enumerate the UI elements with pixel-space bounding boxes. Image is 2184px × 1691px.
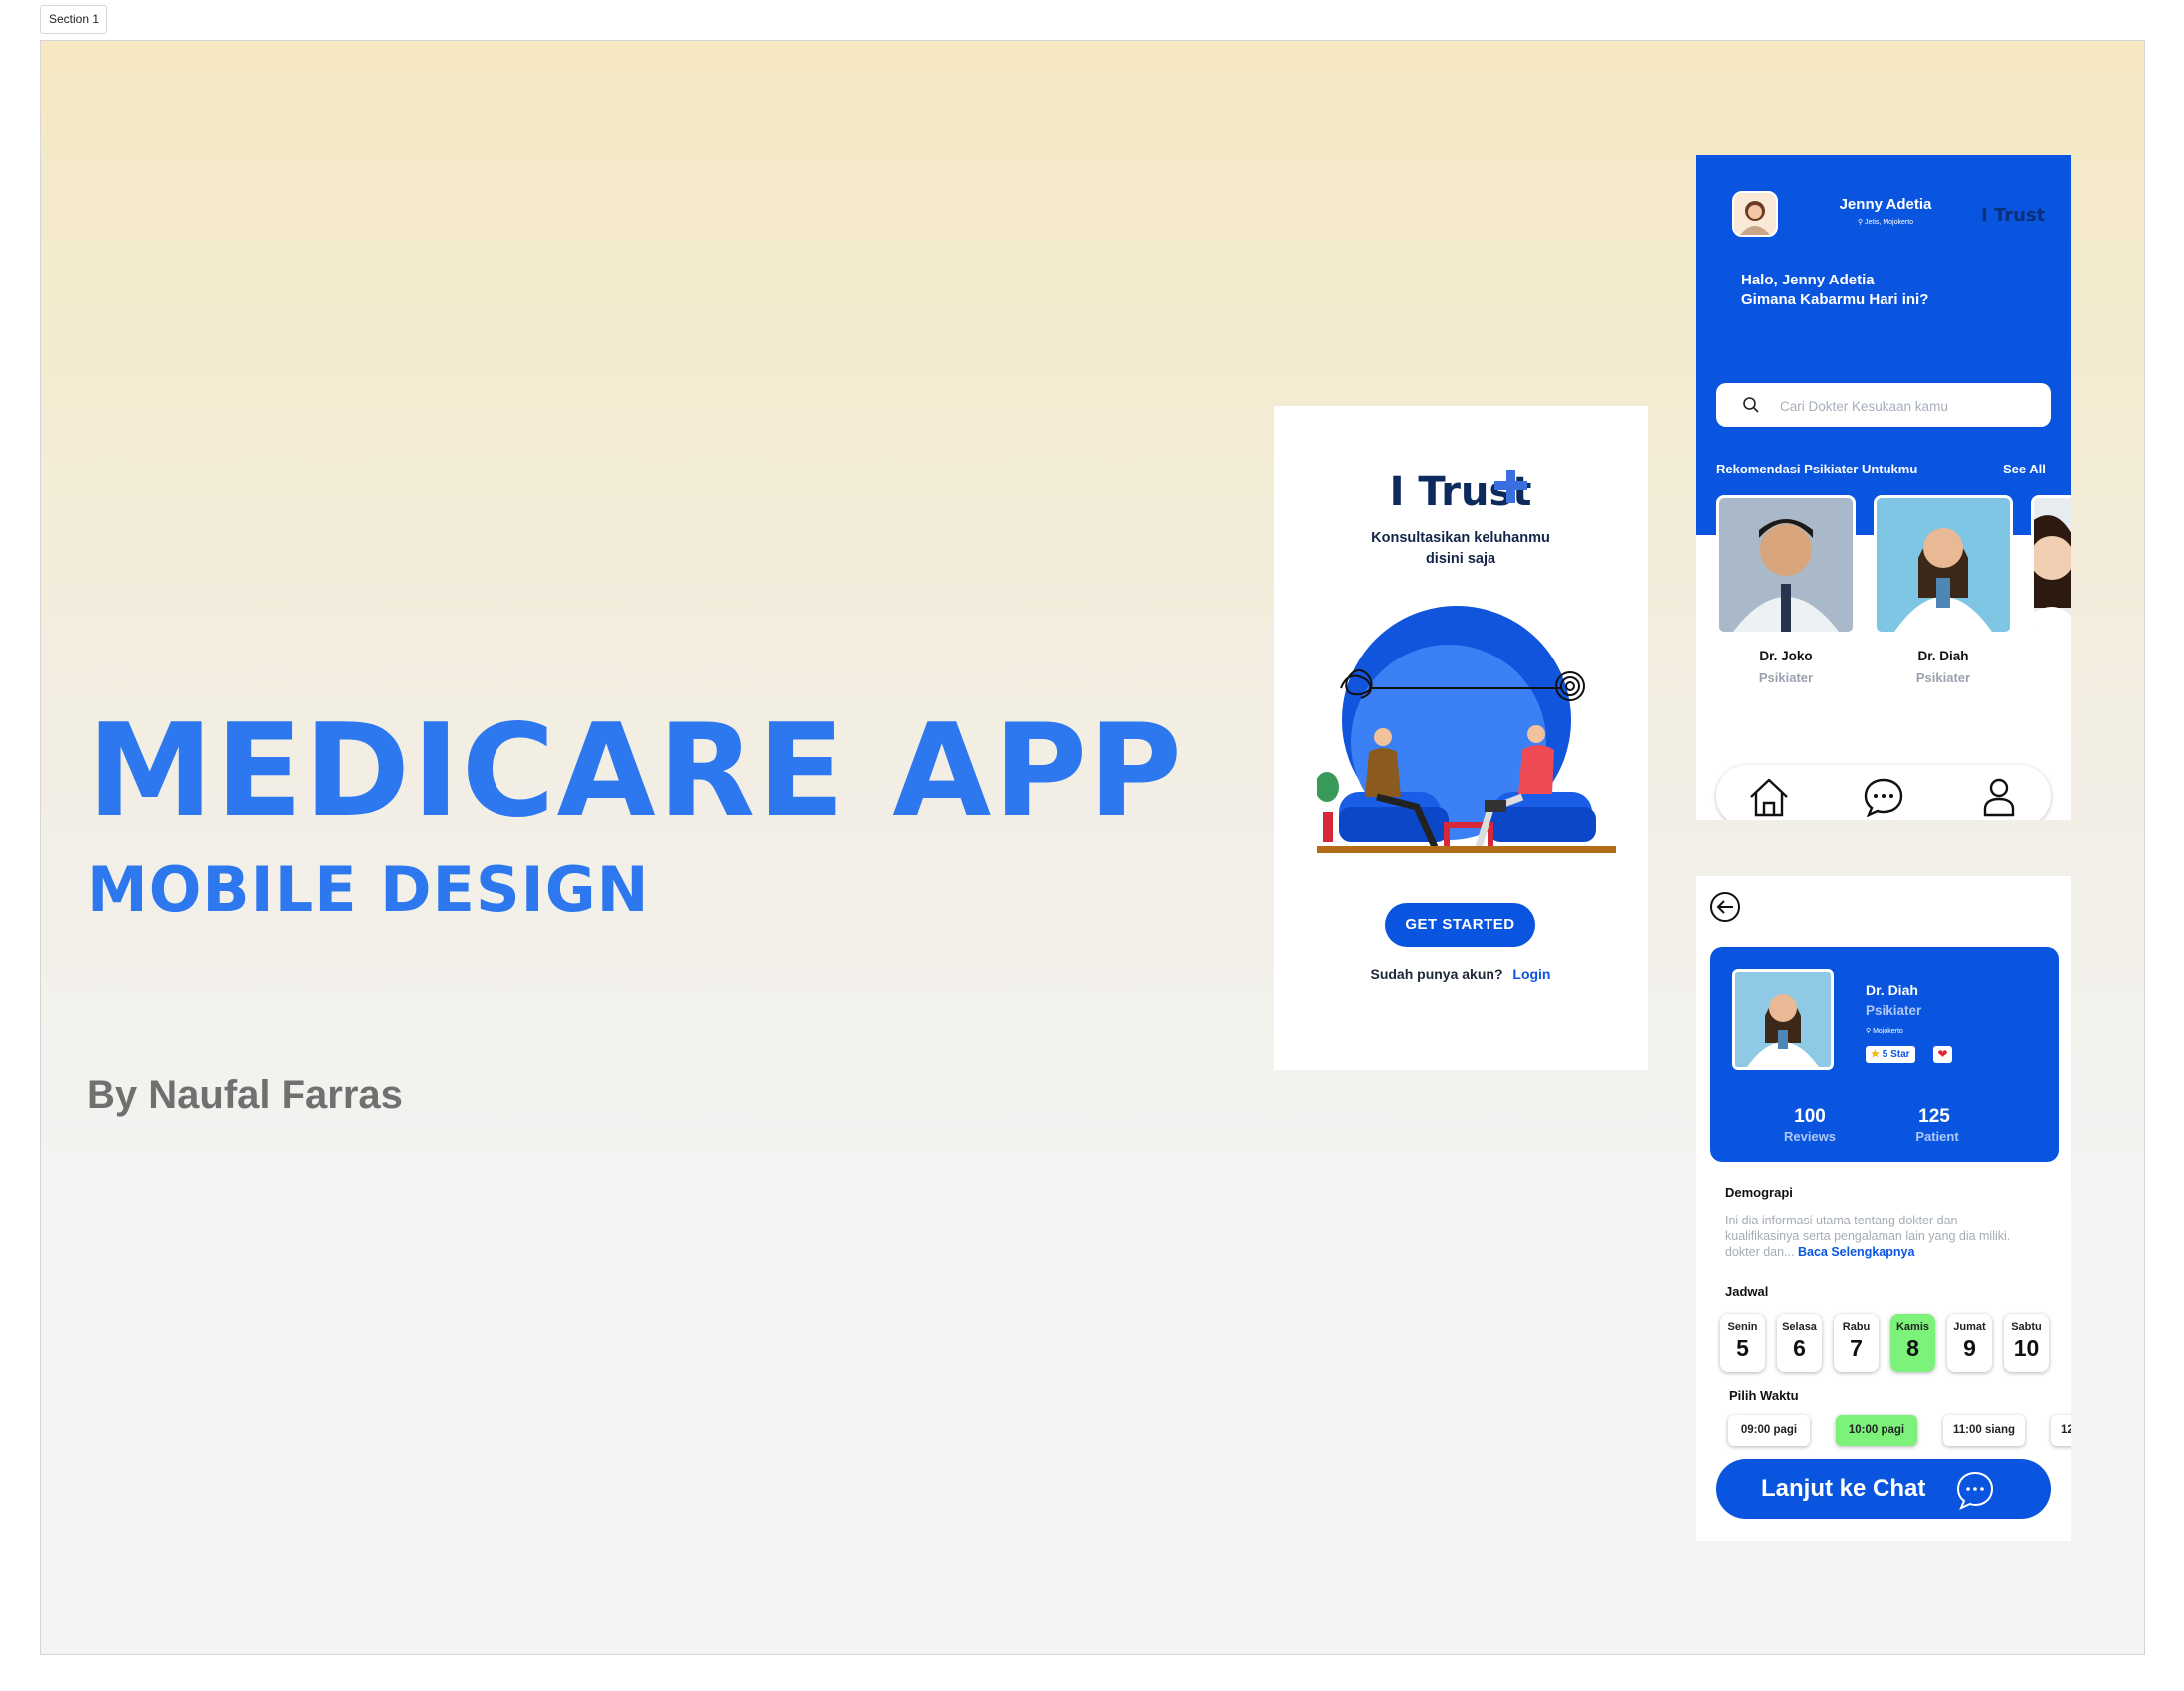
day-number: 8	[1906, 1335, 1919, 1361]
splash-tagline: Konsultasikan keluhanmu disini saja	[1274, 528, 1648, 570]
doctor-photo-partial	[2034, 498, 2071, 632]
chat-bubble-icon	[1956, 1471, 1994, 1510]
user-avatar-icon	[1740, 201, 1770, 235]
greeting-line-1: Halo, Jenny Adetia	[1741, 272, 1875, 288]
author-credit: By Naufal Farras	[87, 1073, 403, 1117]
day-name: Selasa	[1782, 1321, 1817, 1333]
time-slot[interactable]: 09:00 pagi	[1728, 1415, 1810, 1446]
recommendation-title: Rekomendasi Psikiater Untukmu	[1716, 462, 1918, 476]
stat-patient-value: 125	[1918, 1106, 1950, 1127]
day-number: 6	[1793, 1335, 1806, 1361]
bottom-navbar	[1716, 765, 2051, 820]
profile-icon[interactable]	[1978, 777, 2020, 817]
day-kamis[interactable]: Kamis 8	[1890, 1314, 1935, 1372]
location-pin-icon: ⚲	[1866, 1028, 1872, 1034]
login-link[interactable]: Login	[1512, 966, 1550, 982]
day-name: Senin	[1727, 1321, 1758, 1333]
demographic-heading: Demograpi	[1725, 1185, 1793, 1200]
day-selasa[interactable]: Selasa 6	[1777, 1314, 1822, 1372]
doctor-detail-screen: Dr. Diah Psikiater ⚲ Mojokerto ★ 5 Star …	[1696, 876, 2071, 1541]
doctor-photo-diah	[1877, 498, 2010, 632]
doctor-location-label: Mojokerto	[1873, 1028, 1903, 1034]
brand-logo: I Trust	[1981, 205, 2046, 226]
day-jumat[interactable]: Jumat 9	[1947, 1314, 1992, 1372]
doctor-role: Psikiater	[1866, 1003, 1922, 1018]
doctor-card-diah[interactable]	[1874, 495, 2013, 635]
schedule-heading: Jadwal	[1725, 1284, 1769, 1299]
artboard-frame: MEDICARE APP MOBILE DESIGN By Naufal Far…	[40, 40, 2145, 1655]
doctor-card-partial[interactable]	[2031, 495, 2071, 635]
section-label[interactable]: Section 1	[40, 5, 108, 34]
splash-logo: I Trust	[1389, 470, 1532, 515]
tagline-line-1: Konsultasikan keluhanmu	[1371, 530, 1550, 546]
day-rabu[interactable]: Rabu 7	[1834, 1314, 1879, 1372]
home-screen: Jenny Adetia ⚲ Jetis, Mojokerto I Trust …	[1696, 155, 2071, 820]
demographic-text: Ini dia informasi utama tentang dokter d…	[1725, 1213, 2034, 1260]
user-location: ⚲ Jetis, Mojokerto	[1806, 218, 1965, 226]
doctor-portrait-icon	[1735, 972, 1831, 1067]
time-slot-partial[interactable]: 12	[2051, 1415, 2071, 1446]
greeting-line-2: Gimana Kabarmu Hari ini?	[1741, 291, 1929, 308]
user-location-label: Jetis, Mojokerto	[1865, 219, 1914, 226]
stat-patient-label: Patient	[1915, 1129, 1959, 1144]
avatar[interactable]	[1732, 191, 1778, 237]
back-arrow-icon[interactable]	[1709, 891, 1741, 923]
day-name: Sabtu	[2011, 1321, 2042, 1333]
star-icon: ★	[1871, 1049, 1880, 1060]
get-started-button[interactable]: GET STARTED	[1385, 903, 1535, 947]
day-number: 9	[1963, 1335, 1976, 1361]
doctor-name-joko: Dr. Joko	[1759, 649, 1813, 663]
time-slot-selected[interactable]: 10:00 pagi	[1836, 1415, 1917, 1446]
counseling-illustration	[1317, 606, 1616, 853]
doctor-profile-card: Dr. Diah Psikiater ⚲ Mojokerto ★ 5 Star …	[1710, 947, 2059, 1162]
day-number: 5	[1736, 1335, 1749, 1361]
continue-chat-button[interactable]: Lanjut ke Chat	[1716, 1459, 2051, 1519]
time-slot[interactable]: 11:00 siang	[1943, 1415, 2025, 1446]
doctor-photo-joko	[1719, 498, 1853, 632]
search-input[interactable]	[1778, 383, 2041, 429]
day-name: Jumat	[1953, 1321, 1986, 1333]
plus-icon	[1494, 470, 1527, 503]
continue-chat-label: Lanjut ke Chat	[1761, 1475, 1926, 1502]
stat-reviews-value: 100	[1794, 1106, 1826, 1127]
chat-icon[interactable]	[1863, 777, 1904, 817]
login-row: Sudah punya akun? Login	[1274, 966, 1648, 982]
favorite-heart-icon[interactable]: ❤	[1933, 1046, 1952, 1063]
doctor-name-diah: Dr. Diah	[1917, 649, 1969, 663]
doctor-name: Dr. Diah	[1866, 982, 1918, 998]
doctor-photo	[1732, 969, 1834, 1070]
home-icon[interactable]	[1748, 777, 1790, 817]
user-name: Jenny Adetia	[1839, 196, 1932, 213]
read-more-link[interactable]: Baca Selengkapnya	[1798, 1245, 1914, 1259]
tagline-line-2: disini saja	[1425, 551, 1496, 567]
day-number: 7	[1850, 1335, 1863, 1361]
search-icon	[1743, 397, 1759, 413]
stat-reviews-label: Reviews	[1783, 1129, 1837, 1144]
day-name: Rabu	[1842, 1321, 1871, 1333]
splash-screen: I Trust Konsultasikan keluhanmu disini s…	[1274, 406, 1648, 1070]
day-number: 10	[2013, 1335, 2040, 1361]
day-senin[interactable]: Senin 5	[1720, 1314, 1765, 1372]
login-prompt: Sudah punya akun?	[1370, 966, 1503, 982]
search-bar[interactable]	[1716, 383, 2051, 429]
location-pin-icon: ⚲	[1857, 219, 1864, 226]
hero-title: MEDICARE APP	[87, 697, 1184, 846]
doctor-card-joko[interactable]	[1716, 495, 1856, 635]
see-all-link[interactable]: See All	[2003, 462, 2046, 476]
doctor-role-diah: Psikiater	[1915, 670, 1971, 685]
rating-badge: ★ 5 Star	[1866, 1046, 1915, 1063]
day-name: Kamis	[1895, 1321, 1930, 1333]
doctor-role-joko: Psikiater	[1758, 670, 1814, 685]
rating-label: 5 Star	[1882, 1049, 1910, 1060]
hero-subtitle: MOBILE DESIGN	[87, 853, 650, 926]
time-heading: Pilih Waktu	[1729, 1388, 1799, 1403]
day-sabtu[interactable]: Sabtu 10	[2004, 1314, 2049, 1372]
doctor-location: ⚲ Mojokerto	[1866, 1027, 1903, 1034]
